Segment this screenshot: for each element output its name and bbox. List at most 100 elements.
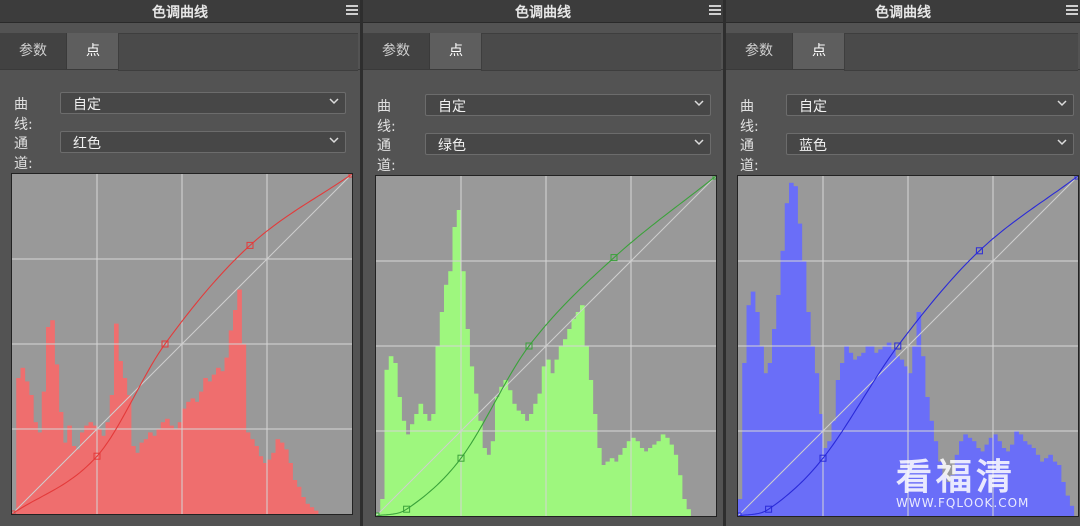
histogram-bar — [635, 441, 640, 516]
panel-menu-icon[interactable] — [1066, 3, 1078, 17]
histogram-bar — [823, 448, 828, 516]
channel-select[interactable]: 红色 — [60, 131, 346, 153]
histogram-bar — [67, 425, 72, 514]
histogram-bar — [861, 352, 866, 516]
histogram-bar — [401, 420, 407, 516]
histogram-bar — [469, 366, 475, 516]
panel-title: 色调曲线 — [515, 5, 571, 21]
curve-label: 曲线: — [377, 99, 396, 135]
histogram-bar — [857, 356, 862, 516]
histogram-bar — [160, 422, 166, 514]
histogram-bar — [550, 373, 555, 516]
chevron-down-icon — [694, 100, 704, 107]
histogram-bar — [1065, 495, 1070, 516]
channel-label: 通道: — [377, 138, 396, 174]
histogram-bar — [63, 442, 68, 514]
histogram-bar — [797, 223, 803, 516]
tab-points[interactable]: 点 — [792, 33, 846, 69]
tone-curve-panel-green: 色调曲线 参数 点 曲线: 自定 通道: 绿色 — [363, 0, 723, 526]
curve-select[interactable]: 自定 — [60, 92, 346, 114]
histogram-bar — [1069, 505, 1075, 516]
histogram-bar — [284, 449, 289, 514]
histogram-bar — [199, 391, 204, 514]
histogram-bar — [271, 452, 276, 514]
tab-params[interactable]: 参数 — [726, 33, 792, 69]
histogram-bar — [529, 414, 534, 516]
panel-titlebar: 色调曲线 — [726, 0, 1080, 23]
curve-select-value: 自定 — [73, 97, 101, 113]
curve-graph[interactable] — [375, 175, 717, 517]
tab-params[interactable]: 参数 — [363, 33, 429, 69]
chevron-down-icon — [329, 137, 339, 144]
channel-select-value: 绿色 — [438, 138, 466, 154]
histogram-bar — [618, 454, 623, 516]
histogram-bar — [831, 420, 837, 516]
histogram-bar — [1056, 465, 1062, 516]
histogram-bar — [405, 434, 411, 516]
tab-points[interactable]: 点 — [429, 33, 483, 69]
histogram-bar — [292, 480, 298, 514]
histogram-bar — [313, 510, 319, 514]
tab-points[interactable]: 点 — [66, 33, 120, 69]
histogram-bar — [554, 359, 560, 516]
histogram-bar — [461, 271, 466, 516]
histogram-bar — [237, 289, 242, 514]
histogram-bar — [211, 374, 217, 514]
histogram-bar — [780, 250, 786, 516]
tab-bar: 参数 点 — [363, 33, 723, 71]
histogram-bar — [216, 367, 221, 514]
histogram-bar — [54, 364, 60, 514]
histogram-bar — [173, 429, 179, 514]
curve-select[interactable]: 自定 — [786, 94, 1074, 116]
curve-graph-svg[interactable] — [376, 176, 716, 516]
curve-graph-svg[interactable] — [12, 174, 352, 514]
histogram-bar — [97, 429, 102, 514]
histogram-bar — [789, 182, 794, 516]
histogram-bar — [575, 312, 581, 516]
histogram-bar — [571, 318, 577, 516]
histogram-bar — [848, 352, 854, 516]
chevron-down-icon — [329, 98, 339, 105]
histogram-bar — [50, 320, 55, 514]
curve-select-value: 自定 — [799, 99, 827, 115]
histogram-bar — [444, 284, 449, 516]
histogram-bar — [580, 305, 585, 516]
histogram-bar — [203, 378, 208, 514]
channel-select[interactable]: 蓝色 — [786, 133, 1074, 155]
histogram-bar — [499, 386, 504, 516]
channel-select-value: 红色 — [73, 136, 101, 152]
histogram-bar — [233, 310, 238, 514]
tab-params[interactable]: 参数 — [0, 33, 66, 69]
chevron-down-icon — [694, 139, 704, 146]
histogram-bar — [482, 448, 487, 516]
histogram-bar — [835, 380, 841, 516]
histogram-bar — [648, 448, 653, 516]
histogram-bar — [665, 437, 670, 516]
histogram-bar — [296, 486, 302, 514]
histogram-bar — [673, 454, 679, 516]
panel-menu-icon[interactable] — [346, 3, 358, 17]
histogram-bar — [656, 441, 662, 516]
channel-select[interactable]: 绿色 — [425, 133, 711, 155]
panel-menu-icon[interactable] — [709, 3, 721, 17]
histogram-bar — [16, 378, 21, 514]
curve-select[interactable]: 自定 — [425, 94, 711, 116]
histogram-bar — [669, 444, 674, 516]
histogram-bar — [609, 458, 615, 516]
histogram-bar — [194, 401, 200, 514]
histogram-bar — [639, 448, 645, 516]
tab-bar-fill — [844, 33, 1078, 71]
curve-label: 曲线: — [740, 99, 759, 135]
histogram-bar — [546, 359, 551, 516]
histogram-bar — [439, 312, 445, 516]
histogram-bar — [742, 363, 747, 516]
histogram-bar — [245, 432, 251, 514]
histogram-bar — [20, 367, 26, 514]
tab-bar: 参数 点 — [726, 33, 1080, 71]
watermark-logo-text: 看福清 — [896, 456, 1017, 498]
chevron-down-icon — [1057, 100, 1067, 107]
histogram-bar — [384, 369, 390, 516]
histogram-bar — [105, 422, 111, 514]
tab-bar-fill — [481, 33, 721, 71]
curve-graph[interactable] — [11, 173, 353, 515]
